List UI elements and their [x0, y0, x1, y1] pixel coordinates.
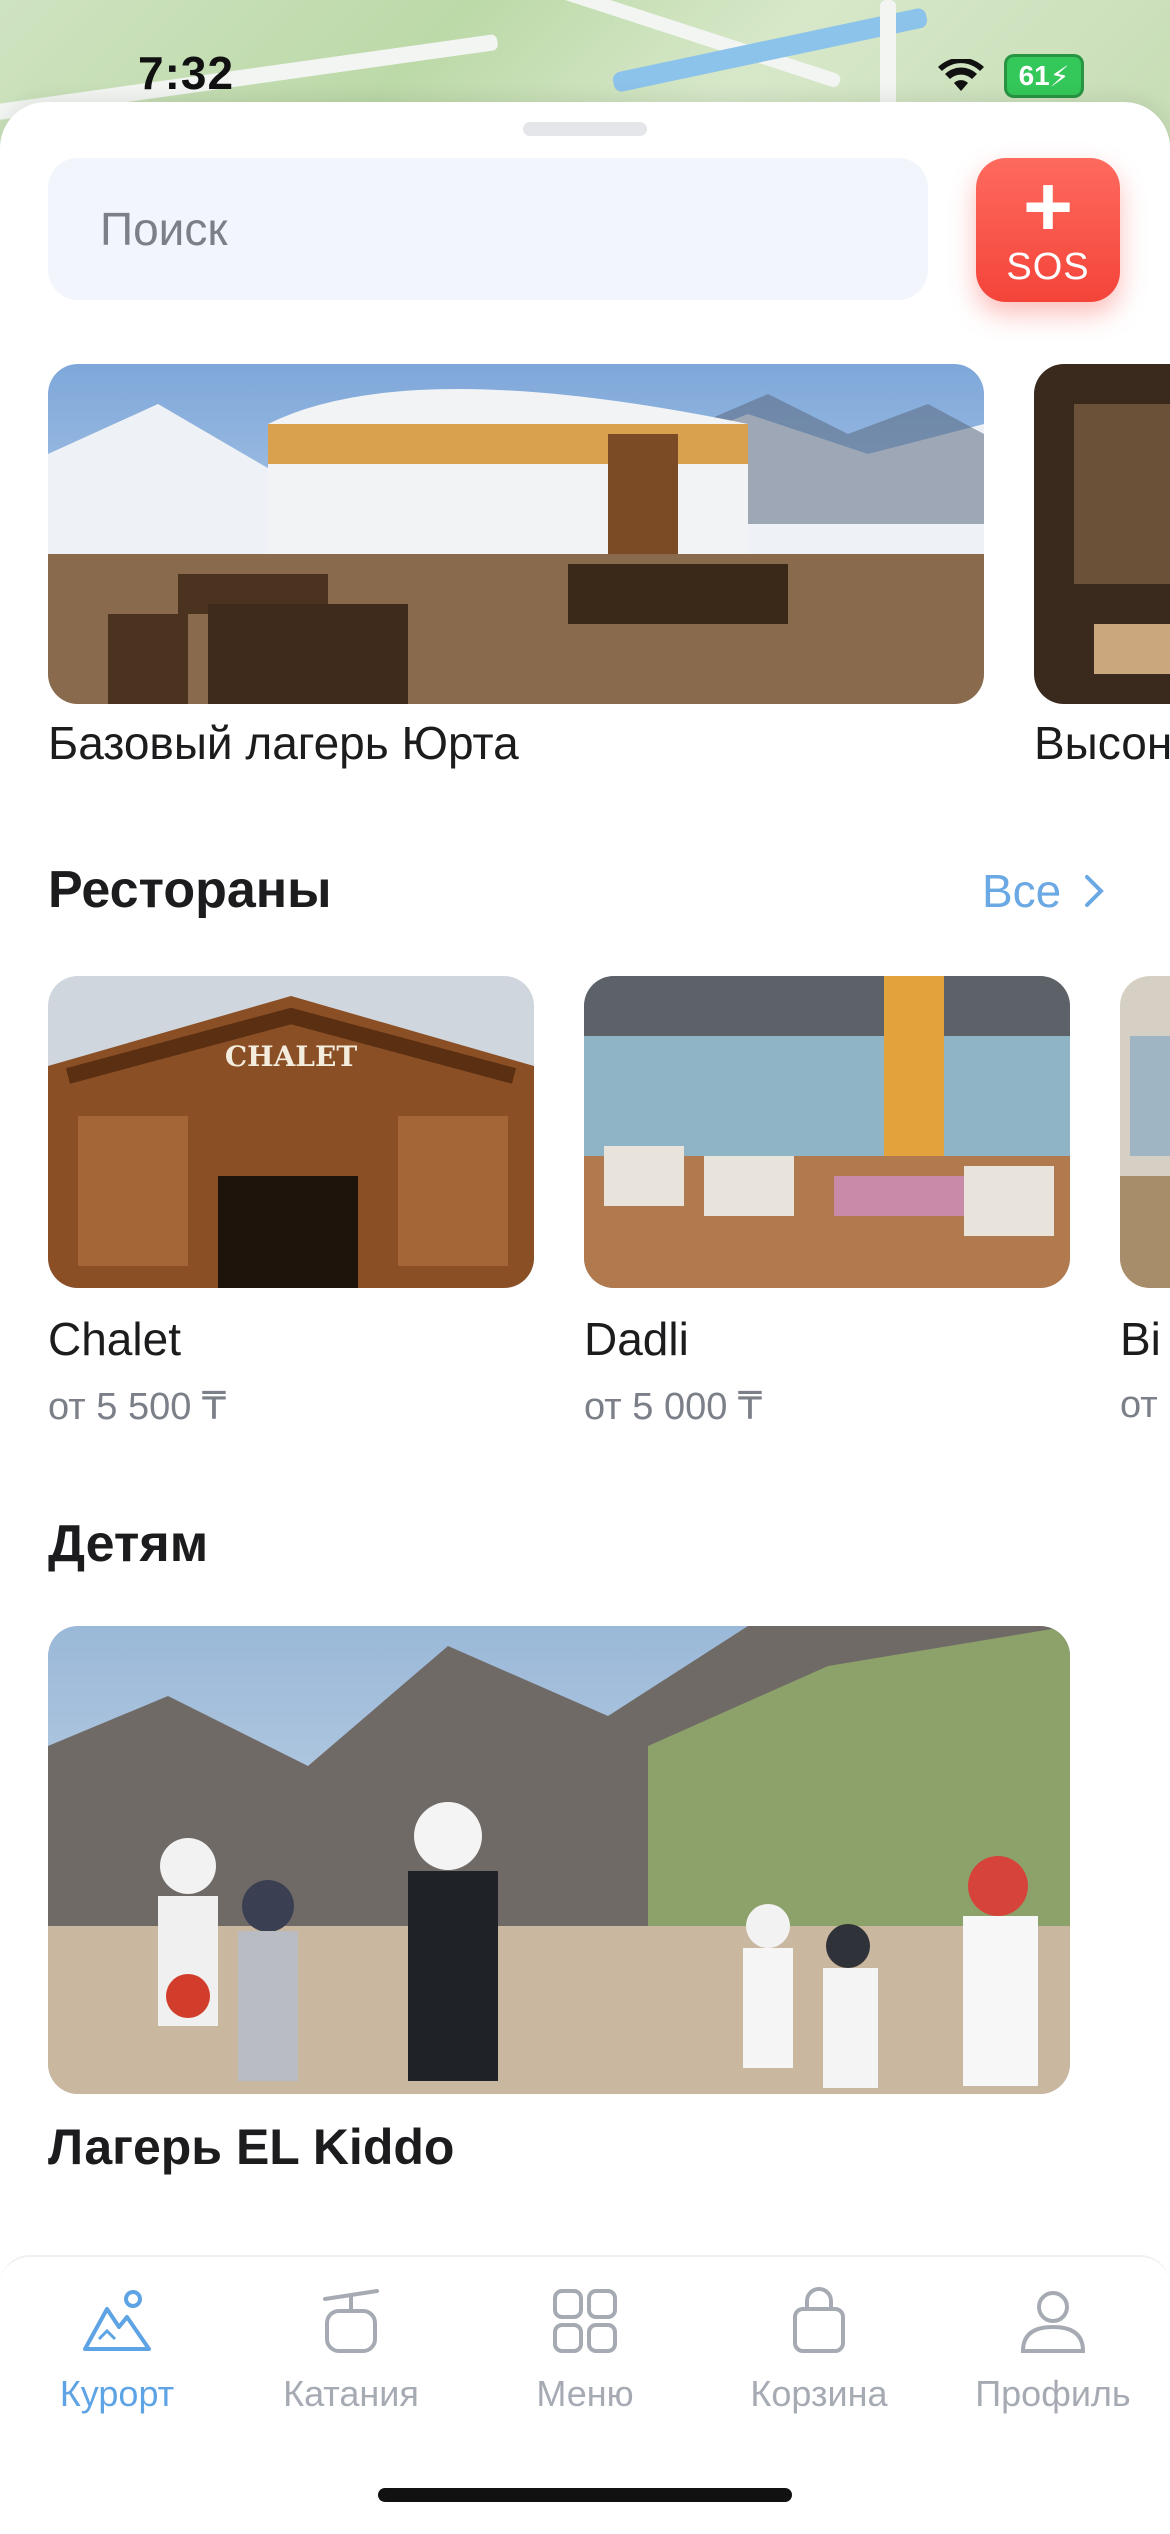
- tab-resort[interactable]: Курорт: [0, 2287, 234, 2415]
- battery-indicator: 61 ⚡: [1004, 54, 1084, 98]
- plus-icon: +: [1022, 158, 1074, 255]
- tab-profile[interactable]: Профиль: [936, 2287, 1170, 2415]
- search-placeholder: Поиск: [100, 203, 228, 255]
- tab-label: Катания: [283, 2373, 419, 2414]
- sos-label: SOS: [1006, 245, 1090, 288]
- interior-photo: [1034, 364, 1170, 704]
- restaurant-name: Dadli: [584, 1313, 689, 1365]
- featured-card-second[interactable]: [1034, 364, 1170, 704]
- yurt-photo: [48, 364, 984, 704]
- kids-card-el-kiddo[interactable]: [48, 1626, 1070, 2094]
- grid-icon: [553, 2289, 617, 2353]
- restaurant-name: Chalet: [48, 1313, 181, 1365]
- tab-menu[interactable]: Меню: [468, 2287, 702, 2415]
- dadli-photo: [584, 976, 1070, 1288]
- restaurant-card-chalet[interactable]: CHALET: [48, 976, 534, 1288]
- svg-text:CHALET: CHALET: [225, 1040, 357, 1073]
- tab-cart[interactable]: Корзина: [702, 2287, 936, 2415]
- search-input[interactable]: Поиск: [48, 158, 928, 300]
- restaurant-card-dadli[interactable]: [584, 976, 1070, 1288]
- sos-button[interactable]: + SOS: [976, 158, 1120, 302]
- bag-icon: [793, 2287, 845, 2353]
- restaurant-price: от: [1120, 1384, 1158, 1426]
- see-all-label: Все: [982, 865, 1062, 917]
- kids-camp-photo: [48, 1626, 1070, 2094]
- restaurant-photo: [1120, 976, 1170, 1288]
- status-time: 7:32: [138, 47, 235, 99]
- restaurant-name: Bi: [1120, 1313, 1161, 1365]
- restaurant-card-third[interactable]: [1120, 976, 1170, 1288]
- home-indicator[interactable]: [378, 2488, 792, 2502]
- restaurants-title: Рестораны: [48, 861, 332, 919]
- wifi-icon: [938, 59, 984, 91]
- sheet-grabber[interactable]: [523, 122, 647, 136]
- featured-title: Базовый лагерь Юрта: [48, 717, 519, 769]
- restaurant-price: от 5 500 ₸: [48, 1386, 227, 1428]
- tab-label: Курорт: [59, 2373, 175, 2414]
- status-icons: 61 ⚡: [938, 54, 1084, 98]
- bottom-sheet: Поиск + SOS Базовый лагерь Юрта Высон Ре…: [0, 102, 1170, 2532]
- featured-card-yurt[interactable]: [48, 364, 984, 704]
- tab-rides[interactable]: Катания: [234, 2287, 468, 2415]
- cable-car-icon: [323, 2289, 379, 2353]
- restaurants-see-all-link[interactable]: Все: [982, 864, 1105, 918]
- user-icon: [1020, 2291, 1086, 2353]
- kids-title-card: Лагерь EL Kiddo: [48, 2119, 455, 2175]
- tab-label: Корзина: [750, 2373, 888, 2414]
- restaurant-price: от 5 000 ₸: [584, 1386, 763, 1428]
- tab-label: Меню: [536, 2373, 634, 2414]
- kids-title: Детям: [48, 1515, 209, 1573]
- chalet-photo: CHALET: [48, 976, 534, 1288]
- featured-title-second: Высон: [1034, 717, 1170, 769]
- chevron-right-icon: [1085, 875, 1105, 907]
- mountain-icon: [83, 2290, 151, 2351]
- tab-label: Профиль: [975, 2373, 1131, 2414]
